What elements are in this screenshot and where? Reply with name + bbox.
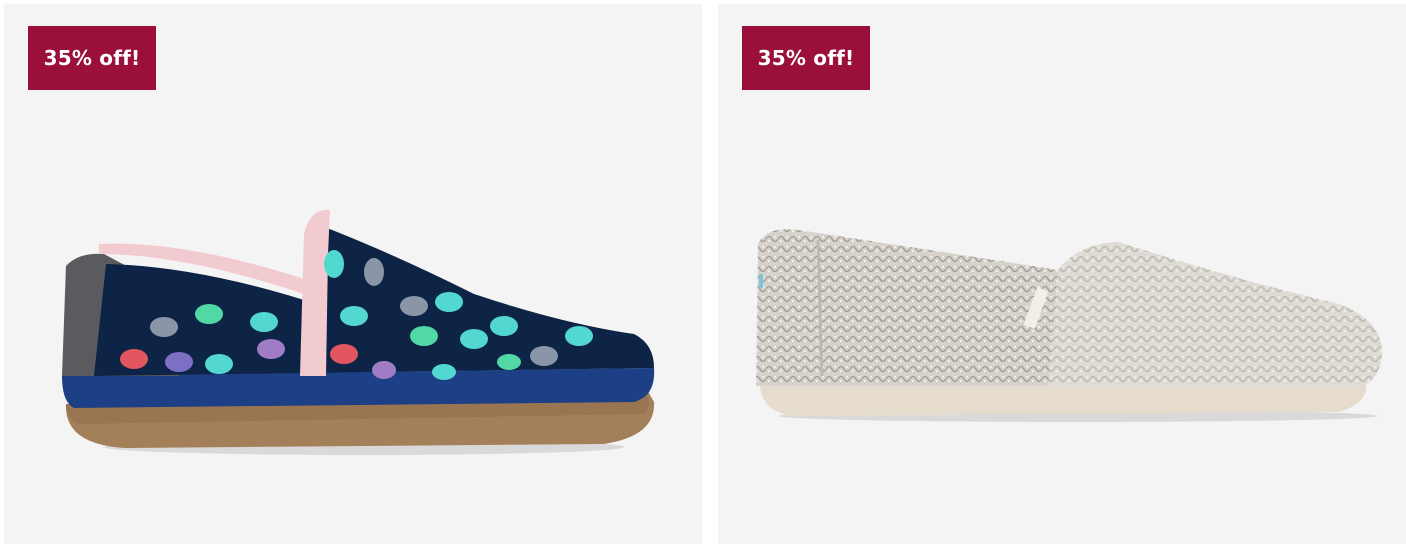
product-card[interactable]: 35% off! bbox=[4, 4, 702, 544]
discount-badge: 35% off! bbox=[742, 26, 870, 90]
product-grid: 35% off! 35% off! bbox=[0, 0, 1406, 544]
discount-badge: 35% off! bbox=[28, 26, 156, 90]
product-card[interactable]: 35% off! bbox=[718, 4, 1406, 544]
